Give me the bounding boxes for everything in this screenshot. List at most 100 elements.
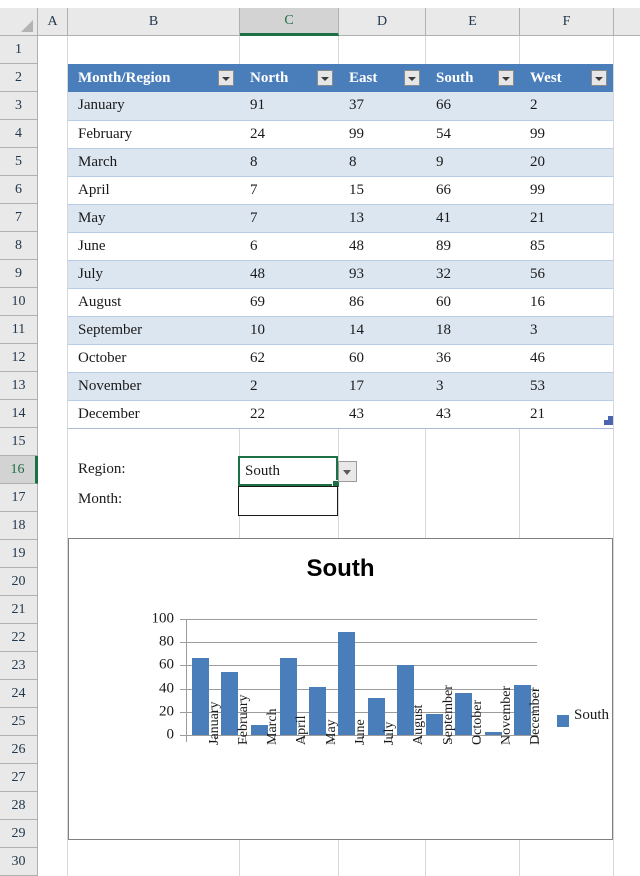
table-row[interactable]: August 69 86 60 16 <box>68 288 613 317</box>
cell-east[interactable]: 93 <box>339 260 426 289</box>
row-header-9[interactable]: 9 <box>0 260 38 288</box>
table-row[interactable]: June 6 48 89 85 <box>68 232 613 261</box>
cell-north[interactable]: 48 <box>240 260 339 289</box>
cell-east[interactable]: 14 <box>339 316 426 345</box>
cell-east[interactable]: 13 <box>339 204 426 233</box>
cell-month[interactable]: August <box>68 288 240 317</box>
table-row[interactable]: March 8 8 9 20 <box>68 148 613 177</box>
cell-west[interactable]: 21 <box>520 204 613 233</box>
bar-chart[interactable]: South 100 80 60 40 20 0 January February March Ap… <box>68 538 613 840</box>
cell-month[interactable]: May <box>68 204 240 233</box>
row-header-14[interactable]: 14 <box>0 400 38 428</box>
cell-month[interactable]: February <box>68 120 240 149</box>
cell-south[interactable]: 60 <box>426 288 520 317</box>
filter-dropdown-icon[interactable] <box>591 70 607 86</box>
chevron-down-icon[interactable] <box>338 461 357 482</box>
table-row[interactable]: October 62 60 36 46 <box>68 344 613 373</box>
cell-north[interactable]: 69 <box>240 288 339 317</box>
row-header-15[interactable]: 15 <box>0 428 38 456</box>
row-header-12[interactable]: 12 <box>0 344 38 372</box>
row-header-7[interactable]: 7 <box>0 204 38 232</box>
cell-east[interactable]: 37 <box>339 92 426 121</box>
cell-south[interactable]: 32 <box>426 260 520 289</box>
row-header-28[interactable]: 28 <box>0 792 38 820</box>
month-dropdown-cell[interactable] <box>238 486 338 516</box>
column-header-a[interactable]: A <box>38 8 68 36</box>
cell-north[interactable]: 8 <box>240 148 339 177</box>
cell-month[interactable]: April <box>68 176 240 205</box>
cell-month[interactable]: November <box>68 372 240 401</box>
column-header-e[interactable]: E <box>426 8 520 36</box>
table-row[interactable]: December 22 43 43 21 <box>68 400 613 429</box>
cell-east[interactable]: 43 <box>339 400 426 429</box>
table-row[interactable]: February 24 99 54 99 <box>68 120 613 149</box>
cell-north[interactable]: 62 <box>240 344 339 373</box>
cell-north[interactable]: 91 <box>240 92 339 121</box>
row-header-20[interactable]: 20 <box>0 568 38 596</box>
column-header-d[interactable]: D <box>339 8 426 36</box>
row-header-1[interactable]: 1 <box>0 36 38 64</box>
table-header-west[interactable]: West <box>520 64 613 92</box>
row-header-17[interactable]: 17 <box>0 484 38 512</box>
cell-east[interactable]: 8 <box>339 148 426 177</box>
cell-west[interactable]: 99 <box>520 120 613 149</box>
cell-west[interactable]: 2 <box>520 92 613 121</box>
cell-north[interactable]: 10 <box>240 316 339 345</box>
row-header-18[interactable]: 18 <box>0 512 38 540</box>
table-row[interactable]: May 7 13 41 21 <box>68 204 613 233</box>
cell-west[interactable]: 16 <box>520 288 613 317</box>
cell-south[interactable]: 66 <box>426 92 520 121</box>
row-header-23[interactable]: 23 <box>0 652 38 680</box>
row-header-19[interactable]: 19 <box>0 540 38 568</box>
row-header-2[interactable]: 2 <box>0 64 38 92</box>
cell-east[interactable]: 60 <box>339 344 426 373</box>
row-header-3[interactable]: 3 <box>0 92 38 120</box>
row-header-27[interactable]: 27 <box>0 764 38 792</box>
table-resize-handle[interactable] <box>604 416 613 425</box>
cell-south[interactable]: 89 <box>426 232 520 261</box>
row-header-29[interactable]: 29 <box>0 820 38 848</box>
cell-west[interactable]: 3 <box>520 316 613 345</box>
row-header-21[interactable]: 21 <box>0 596 38 624</box>
cell-month[interactable]: March <box>68 148 240 177</box>
cell-east[interactable]: 48 <box>339 232 426 261</box>
table-header-south[interactable]: South <box>426 64 520 92</box>
filter-dropdown-icon[interactable] <box>404 70 420 86</box>
cell-south[interactable]: 3 <box>426 372 520 401</box>
row-header-13[interactable]: 13 <box>0 372 38 400</box>
row-header-10[interactable]: 10 <box>0 288 38 316</box>
column-header-c[interactable]: C <box>240 8 339 36</box>
cell-north[interactable]: 22 <box>240 400 339 429</box>
cell-south[interactable]: 41 <box>426 204 520 233</box>
filter-dropdown-icon[interactable] <box>317 70 333 86</box>
cell-west[interactable]: 85 <box>520 232 613 261</box>
table-row[interactable]: April 7 15 66 99 <box>68 176 613 205</box>
cell-west[interactable]: 56 <box>520 260 613 289</box>
column-header-f[interactable]: F <box>520 8 614 36</box>
cell-month[interactable]: October <box>68 344 240 373</box>
cell-west[interactable]: 20 <box>520 148 613 177</box>
cell-west[interactable]: 99 <box>520 176 613 205</box>
cell-west[interactable]: 53 <box>520 372 613 401</box>
cell-north[interactable]: 7 <box>240 176 339 205</box>
row-header-11[interactable]: 11 <box>0 316 38 344</box>
table-row[interactable]: November 2 17 3 53 <box>68 372 613 401</box>
row-header-22[interactable]: 22 <box>0 624 38 652</box>
cell-month[interactable]: July <box>68 260 240 289</box>
select-all-corner[interactable] <box>0 8 38 36</box>
row-header-8[interactable]: 8 <box>0 232 38 260</box>
cell-south[interactable]: 36 <box>426 344 520 373</box>
row-header-26[interactable]: 26 <box>0 736 38 764</box>
table-row[interactable]: July 48 93 32 56 <box>68 260 613 289</box>
table-row[interactable]: January 91 37 66 2 <box>68 92 613 121</box>
cell-north[interactable]: 6 <box>240 232 339 261</box>
cell-north[interactable]: 24 <box>240 120 339 149</box>
table-header-month-region[interactable]: Month/Region <box>68 64 240 92</box>
cell-east[interactable]: 86 <box>339 288 426 317</box>
row-header-30[interactable]: 30 <box>0 848 38 876</box>
cell-south[interactable]: 66 <box>426 176 520 205</box>
row-header-4[interactable]: 4 <box>0 120 38 148</box>
cell-month[interactable]: December <box>68 400 240 429</box>
table-row[interactable]: September 10 14 18 3 <box>68 316 613 345</box>
cell-east[interactable]: 17 <box>339 372 426 401</box>
